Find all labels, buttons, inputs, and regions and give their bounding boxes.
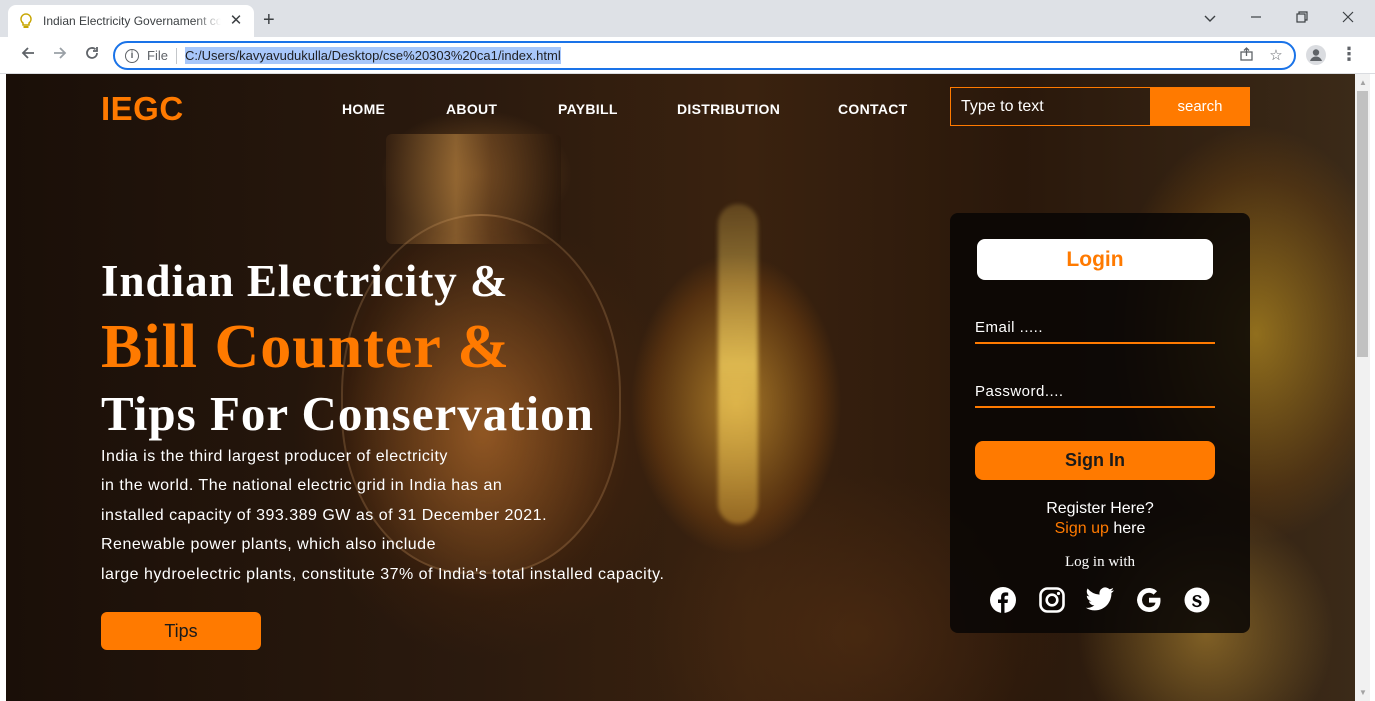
nav-paybill[interactable]: PAYBILL — [558, 101, 618, 117]
star-icon[interactable]: ☆ — [1267, 47, 1285, 65]
google-icon[interactable] — [1134, 585, 1164, 615]
nav-about[interactable]: ABOUT — [446, 101, 497, 117]
address-bar[interactable]: i File C:/Users/kavyavudukulla/Desktop/c… — [113, 41, 1296, 70]
login-with-label: Log in with — [1065, 554, 1135, 570]
hero-title-line-3: Tips For Conservation — [101, 386, 594, 441]
social-login-icons — [988, 585, 1212, 615]
description-line: large hydroelectric plants, constitute 3… — [101, 565, 665, 583]
new-tab-icon[interactable]: + — [263, 10, 275, 30]
login-title: Login — [977, 239, 1213, 280]
forward-arrow-icon[interactable] — [50, 45, 70, 65]
share-icon[interactable] — [1237, 47, 1255, 67]
description-line: installed capacity of 393.389 GW as of 3… — [101, 506, 548, 524]
email-field[interactable] — [975, 312, 1215, 344]
description-line: Renewable power plants, which also inclu… — [101, 536, 436, 554]
file-label: File — [147, 48, 168, 63]
hero-title-line-2: Bill Counter & — [101, 313, 510, 381]
restore-icon[interactable] — [1292, 8, 1312, 28]
signup-suffix: here — [1108, 520, 1146, 537]
search-button[interactable]: search — [1150, 87, 1250, 126]
hero-description: India is the third largest producer of e… — [101, 442, 664, 589]
info-icon[interactable]: i — [125, 48, 139, 63]
scroll-thumb[interactable] — [1357, 91, 1368, 357]
profile-icon[interactable] — [1306, 45, 1326, 65]
signup-line: Sign up here — [950, 520, 1250, 538]
sign-in-button[interactable]: Sign In — [975, 441, 1215, 480]
minimize-icon[interactable] — [1246, 8, 1266, 28]
tab-close-icon[interactable]: ✕ — [228, 13, 244, 29]
close-icon[interactable] — [1338, 8, 1358, 28]
scroll-up-icon[interactable]: ▲ — [1359, 78, 1367, 87]
browser-tab-strip: Indian Electricity Governament co ✕ + — [0, 0, 1375, 37]
site-logo[interactable]: IEGC — [101, 90, 184, 128]
scroll-down-icon[interactable]: ▼ — [1359, 688, 1367, 697]
lightbulb-favicon-icon — [18, 13, 34, 29]
skype-icon[interactable] — [1182, 585, 1212, 615]
twitter-icon[interactable] — [1085, 585, 1115, 615]
browser-tab[interactable]: Indian Electricity Governament co ✕ — [8, 5, 254, 37]
omnibox-separator — [175, 47, 177, 64]
back-arrow-icon[interactable] — [18, 45, 38, 65]
tab-title: Indian Electricity Governament co — [43, 14, 221, 28]
description-line: in the world. The national electric grid… — [101, 477, 503, 495]
hero-title-line-1: Indian Electricity & — [101, 256, 509, 306]
reload-icon[interactable] — [82, 45, 102, 65]
facebook-icon[interactable] — [988, 585, 1018, 615]
nav-home[interactable]: HOME — [342, 101, 385, 117]
url-text[interactable]: C:/Users/kavyavudukulla/Desktop/cse%2030… — [184, 47, 561, 64]
nav-contact[interactable]: CONTACT — [838, 101, 908, 117]
search-box: search — [950, 87, 1250, 126]
password-field[interactable] — [975, 376, 1215, 408]
instagram-icon[interactable] — [1037, 585, 1067, 615]
menu-dots-icon[interactable]: ⋮ — [1340, 44, 1358, 64]
login-card: Login Sign In Register Here? Sign up her… — [950, 213, 1250, 633]
glow-background-image — [718, 204, 758, 524]
search-input[interactable] — [950, 87, 1150, 126]
register-text: Register Here? — [1046, 500, 1154, 517]
sign-up-link[interactable]: Sign up — [1055, 520, 1109, 537]
page-viewport: IEGC HOME ABOUT PAYBILL DISTRIBUTION CON… — [6, 74, 1355, 701]
page-scrollbar[interactable]: ▲ ▼ — [1355, 74, 1370, 701]
nav-distribution[interactable]: DISTRIBUTION — [677, 101, 780, 117]
browser-toolbar: i File C:/Users/kavyavudukulla/Desktop/c… — [0, 37, 1375, 74]
chevron-down-icon[interactable] — [1200, 8, 1220, 28]
description-line: India is the third largest producer of e… — [101, 448, 448, 465]
tips-button[interactable]: Tips — [101, 612, 261, 650]
